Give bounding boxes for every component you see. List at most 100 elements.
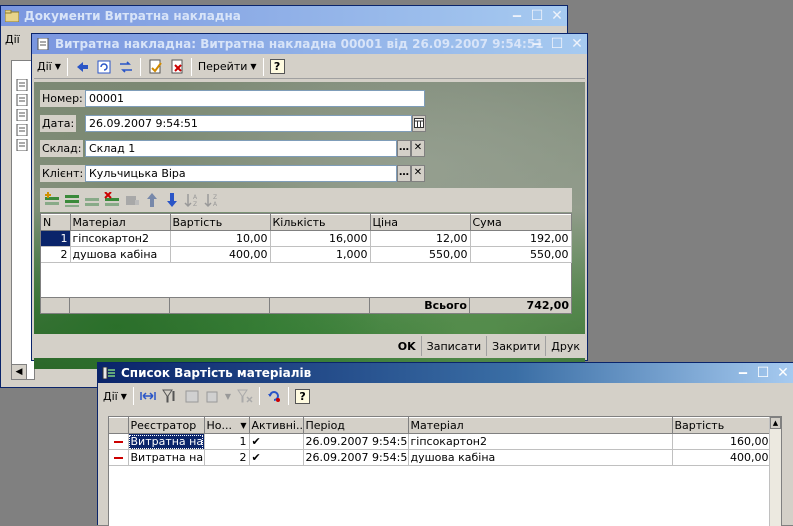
client-clear-button[interactable]: ✕ [411,165,425,182]
delete-row-icon[interactable] [104,192,120,208]
minimize-button[interactable]: ‒ [529,37,545,51]
svg-text:A: A [213,201,218,208]
table-row[interactable]: Витратна на... 2 ✔ 26.09.2007 9:54:51 ду… [109,449,772,466]
column-header-n[interactable]: N [41,214,71,231]
move-up-icon[interactable] [144,192,160,208]
calendar-button[interactable] [412,115,426,132]
client-select-button[interactable]: … [397,165,411,182]
close-button[interactable]: ✕ [569,37,585,51]
material-cell[interactable]: душова кабіна [70,246,171,263]
column-header-cost[interactable]: Вартість [170,214,271,231]
exchange-button[interactable] [115,57,137,77]
column-header-cost[interactable]: Вартість [672,417,772,434]
filter-history-button[interactable]: ▼ [203,386,234,406]
column-header-price[interactable]: Ціна [370,214,471,231]
column-header-material[interactable]: Матеріал [70,214,171,231]
column-header-quantity[interactable]: Кількість [270,214,371,231]
actions-menu[interactable]: Дії ▼ [100,386,130,406]
price-cell[interactable]: 12,00 [370,230,471,247]
period-cell[interactable]: 26.09.2007 9:54:51 [303,433,409,450]
column-header-active[interactable]: Активні... [249,417,304,434]
register-list-window[interactable]: Список Вартість матеріалів ‒ ☐ ✕ Дії ▼ ▼ [97,362,793,526]
row-number-cell[interactable]: 1 [41,230,71,247]
warehouse-select-button[interactable]: … [397,140,411,157]
maximize-button[interactable]: ☐ [549,37,565,51]
invoice-titlebar[interactable]: Витратна накладна: Витратна накладна 000… [32,34,587,54]
minimize-button[interactable]: ‒ [735,366,751,380]
maximize-button[interactable]: ☐ [755,366,771,380]
client-field[interactable]: Кульчицька Віра [85,165,397,182]
active-checkmark-icon[interactable]: ✔ [249,449,304,466]
goods-table-area[interactable]: N Матеріал Вартість Кількість Ціна Сума … [40,213,572,314]
material-cell[interactable]: душова кабіна [408,449,673,466]
column-header-period[interactable]: Період [303,417,409,434]
refresh-button[interactable] [263,386,285,406]
number-field[interactable]: 00001 [85,90,425,107]
table-row[interactable]: Витратна на... 1 ✔ 26.09.2007 9:54:51 гі… [109,433,772,450]
warehouse-clear-button[interactable]: ✕ [411,140,425,157]
help-button[interactable]: ? [267,57,288,77]
filter-button[interactable] [159,386,181,406]
print-button[interactable]: Друк [545,336,585,356]
vertical-scrollbar[interactable]: ▲ [769,417,781,526]
material-cell[interactable]: гіпсокартон2 [70,230,171,247]
close-button[interactable]: ✕ [775,366,791,380]
sort-ascending-icon[interactable]: AZ [184,192,200,208]
cost-cell[interactable]: 10,00 [170,230,271,247]
refresh-button[interactable] [93,57,115,77]
filter-value-button[interactable] [181,386,203,406]
close-button[interactable]: ✕ [549,9,565,23]
registrar-cell[interactable]: Витратна на... [128,449,205,466]
sort-descending-icon[interactable]: ZA [204,192,220,208]
bg-actions-menu[interactable]: Дії [5,30,20,50]
enter-on-base-button[interactable] [71,57,93,77]
quantity-cell[interactable]: 16,000 [270,230,371,247]
end-edit-icon[interactable] [124,192,140,208]
minimize-button[interactable]: ‒ [509,9,525,23]
cost-cell[interactable]: 160,00 [672,433,772,450]
register-list-titlebar[interactable]: Список Вартість матеріалів ‒ ☐ ✕ [98,363,793,383]
cost-cell[interactable]: 400,00 [170,246,271,263]
clear-filter-button[interactable] [234,386,256,406]
documents-list-titlebar[interactable]: Документи Витратна накладна ‒ ☐ ✕ [1,6,567,26]
interval-button[interactable] [137,386,159,406]
help-button[interactable]: ? [292,386,313,406]
number-cell[interactable]: 1 [204,433,250,450]
register-table-area[interactable]: Реєстратор Но... ▼ Активні... Період Мат… [108,416,782,526]
scroll-up-button[interactable]: ▲ [770,417,781,429]
copy-row-icon[interactable] [64,192,80,208]
sum-cell[interactable]: 550,00 [470,246,572,263]
goto-menu[interactable]: Перейти ▼ [195,57,260,77]
maximize-button[interactable]: ☐ [529,9,545,23]
save-button[interactable]: Записати [420,336,486,356]
column-header-material[interactable]: Матеріал [408,417,673,434]
close-form-button[interactable]: Закрити [486,336,545,356]
edit-row-icon[interactable] [84,192,100,208]
column-header-registrar[interactable]: Реєстратор [128,417,205,434]
number-cell[interactable]: 2 [204,449,250,466]
row-number-cell[interactable]: 2 [41,246,71,263]
cost-cell[interactable]: 400,00 [672,449,772,466]
table-row[interactable]: 1 гіпсокартон2 10,00 16,000 12,00 192,00 [41,230,572,247]
sum-cell[interactable]: 192,00 [470,230,572,247]
registrar-cell[interactable]: Витратна на... [128,433,205,450]
invoice-window[interactable]: Витратна накладна: Витратна накладна 000… [31,33,588,369]
column-header-sum[interactable]: Сума [470,214,572,231]
date-field[interactable]: 26.09.2007 9:54:51 [85,115,412,132]
column-header-number[interactable]: Но... ▼ [204,417,250,434]
warehouse-field[interactable]: Склад 1 [85,140,397,157]
unpost-button[interactable] [166,57,188,77]
period-cell[interactable]: 26.09.2007 9:54:51 [303,449,409,466]
active-checkmark-icon[interactable]: ✔ [249,433,304,450]
ok-button[interactable]: OK [393,336,421,356]
table-row[interactable]: 2 душова кабіна 400,00 1,000 550,00 550,… [41,246,572,263]
add-row-icon[interactable] [44,192,60,208]
price-cell[interactable]: 550,00 [370,246,471,263]
scroll-left-button[interactable]: ◀ [11,364,27,380]
material-cell[interactable]: гіпсокартон2 [408,433,673,450]
move-down-icon[interactable] [164,192,180,208]
quantity-cell[interactable]: 1,000 [270,246,371,263]
client-label: Клієнт: [40,165,86,182]
post-button[interactable] [144,57,166,77]
actions-menu[interactable]: Дії ▼ [34,57,64,77]
